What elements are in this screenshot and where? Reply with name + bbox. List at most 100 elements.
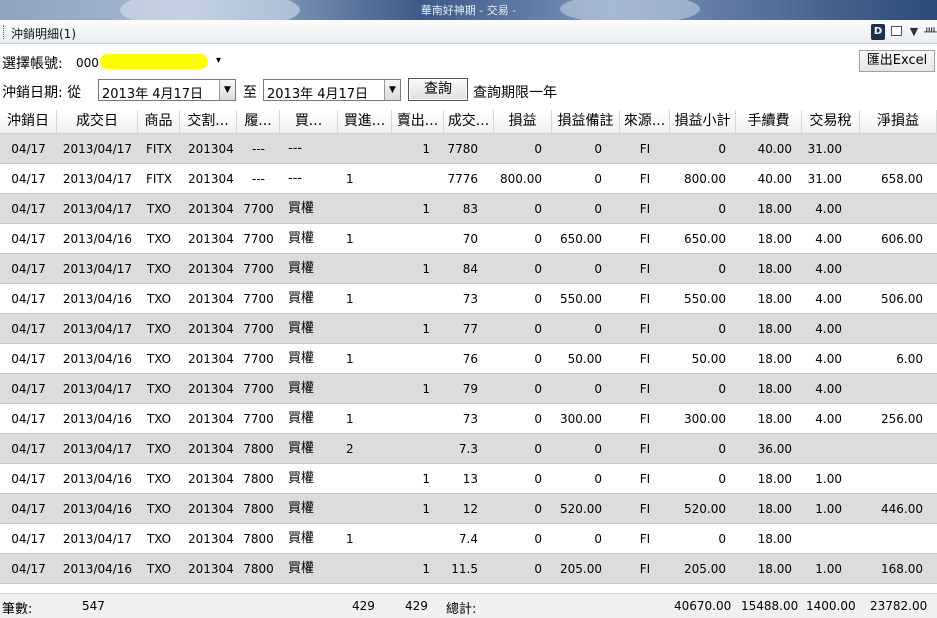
cell-pl: 800.00: [500, 172, 542, 186]
cell-pl: 0: [534, 202, 542, 216]
cell-pl-subtotal: 50.00: [691, 352, 726, 366]
table-row[interactable]: 04/17 2013/04/17 FITX 201304 --- --- 1 7776 800.…: [0, 164, 937, 194]
cell-settle-date: 04/17: [11, 292, 46, 306]
column-header-net-pl[interactable]: 淨損益: [860, 110, 937, 134]
column-header-pl[interactable]: 損益: [494, 110, 552, 134]
cell-trade-price: 7776: [447, 172, 478, 186]
cell-sell-qty: 1: [422, 322, 430, 336]
cell-strike: 7700: [243, 292, 274, 306]
table-row[interactable]: 04/17 2013/04/16 TXO 201304 7700 買權 1 70 0 650.00…: [0, 224, 937, 254]
column-header-sell-qty[interactable]: 賣出...: [392, 110, 444, 134]
column-header-trade-date[interactable]: 成交日: [57, 110, 138, 134]
table-row[interactable]: 04/17 2013/04/17 FITX 201304 --- --- 1 7780 0 0 FI…: [0, 134, 937, 164]
column-header-settle-date[interactable]: 沖銷日: [0, 110, 57, 134]
to-date-picker[interactable]: 2013年 4月17日 ▼: [263, 79, 401, 102]
to-date-value: 2013年 4月17日: [267, 87, 369, 102]
cell-call-put: 買權: [288, 291, 315, 306]
table-row[interactable]: 04/17 2013/04/17 TXO 201304 7700 買權 1 84 0 0 FI 0 18…: [0, 254, 937, 284]
export-excel-button[interactable]: 匯出Excel: [859, 50, 935, 72]
column-header-fee[interactable]: 手續費: [736, 110, 802, 134]
cell-source: FI: [639, 502, 651, 516]
window-icon[interactable]: [889, 24, 905, 40]
account-select[interactable]: 000: [76, 56, 99, 70]
cell-buy-qty: [342, 134, 396, 164]
table-row[interactable]: 04/17 2013/04/17 TXO 201304 7700 買權 1 77 0 0 FI 0 18…: [0, 314, 937, 344]
cell-product: TXO: [146, 502, 172, 516]
table-row[interactable]: 04/17 2013/04/17 TXO 201304 7800 買權 1 7.4 0 0 FI 0 1…: [0, 524, 937, 554]
cell-tax: 4.00: [815, 382, 842, 396]
cell-source: FI: [639, 322, 651, 336]
column-header-trade-price[interactable]: 成交...: [444, 110, 494, 134]
table-row[interactable]: 04/17 2013/04/16 TXO 201304 7700 買權 1 73 0 550.00…: [0, 284, 937, 314]
cell-sell-qty: 1: [422, 142, 430, 156]
cell-settle-date: 04/17: [11, 172, 46, 186]
cell-strike: 7700: [243, 412, 274, 426]
cell-trade-price: 70: [462, 232, 478, 246]
cell-sell-qty: [392, 524, 434, 554]
cell-trade-price: 84: [462, 262, 478, 276]
calendar-dropdown-icon[interactable]: ▼: [219, 80, 235, 100]
column-header-buy-qty[interactable]: 買進...: [338, 110, 392, 134]
cell-source: FI: [639, 202, 651, 216]
column-header-product[interactable]: 商品: [138, 110, 180, 134]
cell-pl-subtotal: 800.00: [684, 172, 726, 186]
from-date-picker[interactable]: 2013年 4月17日 ▼: [98, 79, 236, 102]
table-row[interactable]: 04/17 2013/04/16 TXO 201304 7800 買權 1 13 0 0 FI 0 18…: [0, 464, 937, 494]
dock-d-icon[interactable]: D: [871, 24, 885, 40]
cell-tax: 4.00: [815, 262, 842, 276]
cell-settle-date: 04/17: [11, 322, 46, 336]
table-row[interactable]: 04/17 2013/04/17 TXO 201304 7700 買權 1 83 0 0 FI 0 18…: [0, 194, 937, 224]
table-row[interactable]: 04/17 2013/04/16 TXO 201304 7700 買權 1 73 0 300.00…: [0, 404, 937, 434]
cell-net-pl: [860, 134, 927, 164]
cell-pl-remark: 0: [594, 382, 602, 396]
column-header-pl-remark[interactable]: 損益備註: [552, 110, 620, 134]
column-header-tax[interactable]: 交易稅: [802, 110, 860, 134]
cell-delivery-month: 201304: [188, 532, 234, 546]
column-header-pl-subtotal[interactable]: 損益小計: [670, 110, 736, 134]
cell-product: TXO: [146, 472, 172, 486]
cell-product: TXO: [146, 442, 172, 456]
cell-source: FI: [639, 232, 651, 246]
cell-buy-qty: 1: [346, 532, 354, 546]
cell-pl-subtotal: 300.00: [684, 412, 726, 426]
cell-delivery-month: 201304: [188, 382, 234, 396]
pin-icon[interactable]: ᚉ: [924, 24, 937, 40]
calendar-dropdown-icon[interactable]: ▼: [384, 80, 400, 100]
table-row[interactable]: 04/17 2013/04/16 TXO 201304 7700 買權 1 76 0 50.00 F…: [0, 344, 937, 374]
cell-call-put: 買權: [288, 471, 315, 486]
cell-delivery-month: 201304: [188, 202, 234, 216]
cell-product: TXO: [146, 292, 172, 306]
cell-buy-qty: [342, 254, 396, 284]
table-row[interactable]: 04/17 2013/04/16 TXO 201304 7800 買權 1 11.5 0 205.…: [0, 554, 937, 584]
column-header-delivery-month[interactable]: 交割...: [180, 110, 237, 134]
cell-source: FI: [639, 532, 651, 546]
cell-net-pl: 506.00: [881, 292, 923, 306]
cell-pl-remark: 205.00: [560, 562, 602, 576]
dropdown-arrow-icon[interactable]: ▼: [908, 24, 920, 40]
cell-pl: 0: [534, 532, 542, 546]
cell-pl-subtotal: 205.00: [684, 562, 726, 576]
cell-fee: 18.00: [757, 562, 792, 576]
cell-strike: 7700: [243, 232, 274, 246]
cell-trade-date: 2013/04/16: [62, 562, 133, 576]
cell-strike: 7800: [243, 502, 274, 516]
cell-pl: 0: [534, 262, 542, 276]
cell-fee: 18.00: [757, 262, 792, 276]
cell-net-pl: [860, 314, 927, 344]
account-label: 選擇帳號:: [2, 56, 63, 72]
drag-grip-icon[interactable]: [3, 25, 6, 39]
column-header-source[interactable]: 來源...: [620, 110, 670, 134]
cell-trade-date: 2013/04/16: [62, 502, 133, 516]
table-row[interactable]: 04/17 2013/04/17 TXO 201304 7700 買權 1 79 0 0 FI 0 18…: [0, 374, 937, 404]
cell-call-put: 買權: [288, 231, 315, 246]
query-button[interactable]: 查詢: [408, 78, 468, 101]
column-header-call-put[interactable]: 買...: [280, 110, 338, 134]
cell-delivery-month: 201304: [188, 562, 234, 576]
offset-detail-table: 沖銷日 成交日 商品 交割... 履... 買... 買進... 賣出... 成交... 損益 損益…: [0, 110, 937, 593]
column-header-strike[interactable]: 履...: [237, 110, 280, 134]
table-row[interactable]: 04/17 2013/04/17 TXO 201304 7800 買權 2 7.3 0 0 FI 0 3…: [0, 434, 937, 464]
table-row[interactable]: 04/17 2013/04/16 TXO 201304 7800 買權 1 12 0 520.00…: [0, 494, 937, 524]
cell-sell-qty: 1: [422, 502, 430, 516]
cell-pl-remark: 0: [594, 472, 602, 486]
chevron-down-icon[interactable]: ▾: [216, 55, 221, 66]
